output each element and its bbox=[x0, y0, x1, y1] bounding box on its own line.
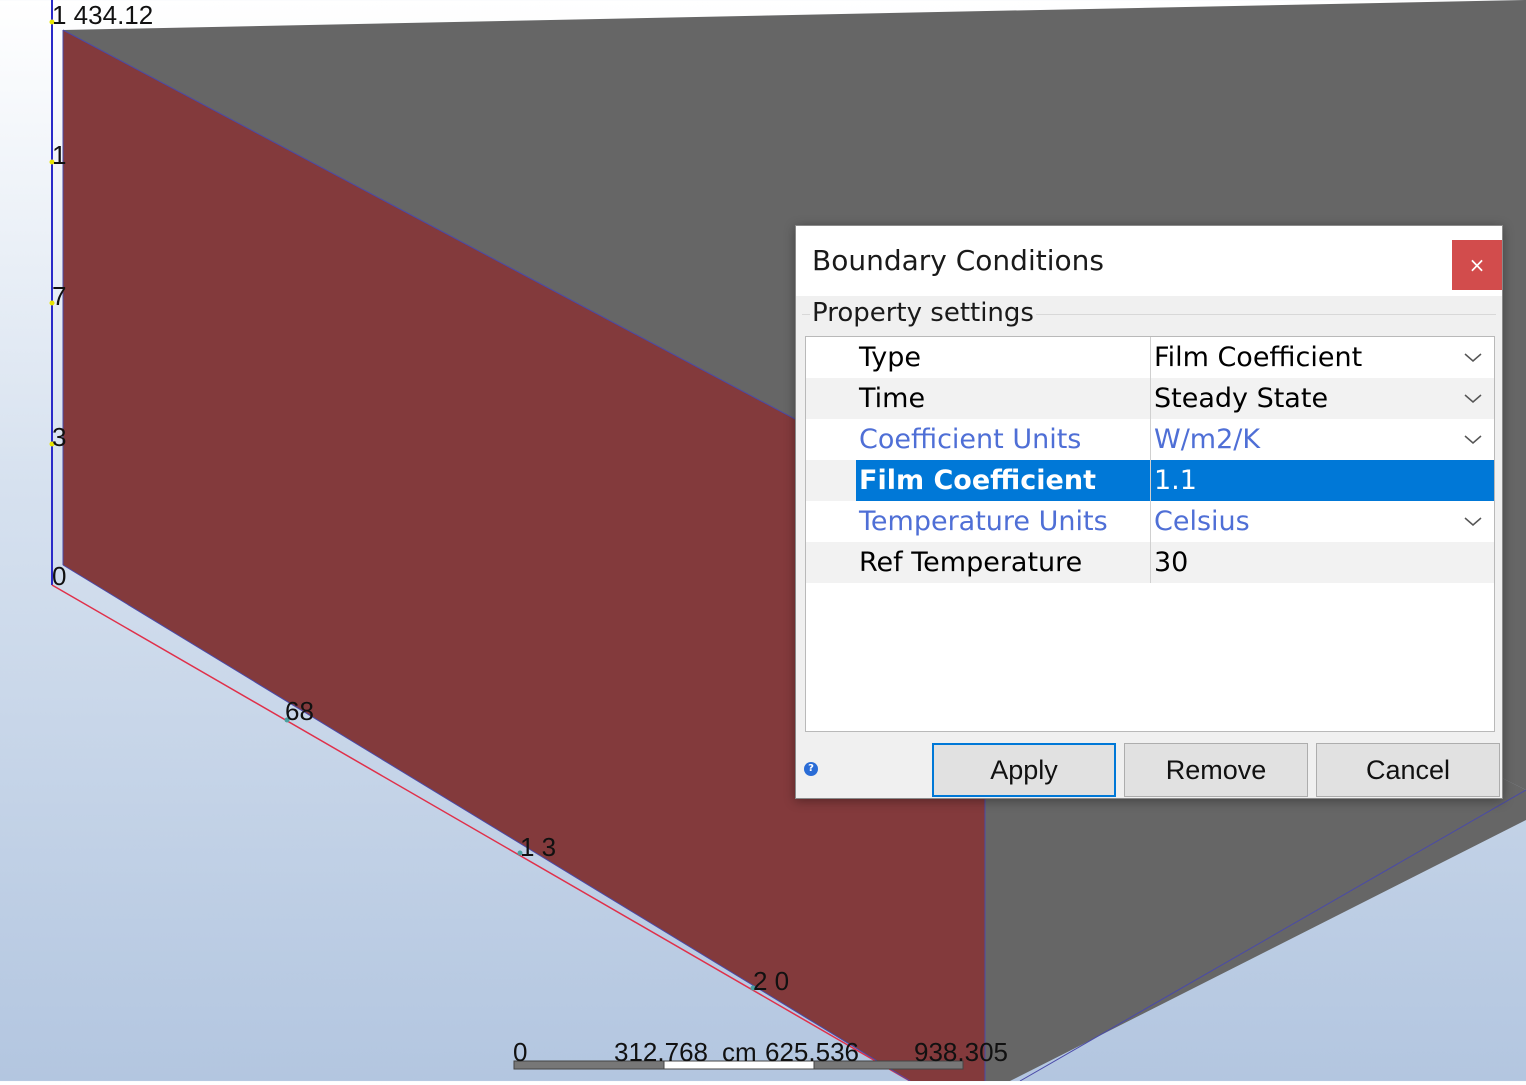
scale-label: 625.536 bbox=[765, 1037, 859, 1067]
x-tick-label: 68 bbox=[285, 696, 314, 726]
scale-label: 0 bbox=[513, 1037, 528, 1067]
row-gutter bbox=[806, 378, 856, 419]
time-dropdown[interactable]: Steady State bbox=[1151, 378, 1494, 419]
property-name: Type bbox=[859, 342, 922, 373]
row-gutter bbox=[806, 337, 856, 378]
property-name: Coefficient Units bbox=[859, 424, 1082, 455]
chevron-down-icon[interactable] bbox=[1462, 419, 1484, 460]
dialog-button-bar: ? Apply Remove Cancel bbox=[796, 738, 1502, 798]
property-name: Temperature Units bbox=[859, 506, 1108, 537]
z-tick-label: 0 bbox=[52, 561, 67, 591]
property-name: Time bbox=[859, 383, 926, 414]
property-name: Ref Temperature bbox=[859, 547, 1083, 578]
film-coefficient-input[interactable]: 1.1 bbox=[1151, 460, 1494, 501]
help-icon[interactable]: ? bbox=[804, 762, 818, 776]
property-row-time[interactable]: Time Steady State bbox=[806, 378, 1494, 419]
boundary-conditions-dialog: Boundary Conditions × Property settings … bbox=[795, 225, 1503, 799]
property-name: Film Coefficient bbox=[856, 460, 1150, 501]
z-tick-label: 7 bbox=[52, 281, 67, 311]
x-tick-label: 1 3 bbox=[520, 832, 557, 862]
type-dropdown[interactable]: Film Coefficient bbox=[1151, 337, 1494, 378]
property-row-film-coefficient[interactable]: Film Coefficient 1.1 bbox=[806, 460, 1494, 501]
chevron-down-icon[interactable] bbox=[1462, 337, 1484, 378]
temperature-units-dropdown[interactable]: Celsius bbox=[1151, 501, 1494, 542]
close-icon: × bbox=[1468, 253, 1486, 277]
property-row-type[interactable]: Type Film Coefficient bbox=[806, 337, 1494, 378]
property-row-temperature-units[interactable]: Temperature Units Celsius bbox=[806, 501, 1494, 542]
row-gutter bbox=[806, 542, 856, 583]
dialog-title: Boundary Conditions bbox=[812, 244, 1104, 277]
scale-label: 312.768 bbox=[614, 1037, 708, 1067]
chevron-down-icon[interactable] bbox=[1462, 501, 1484, 542]
coefficient-units-dropdown[interactable]: W/m2/K bbox=[1151, 419, 1494, 460]
property-row-ref-temperature[interactable]: Ref Temperature 30 bbox=[806, 542, 1494, 583]
chevron-down-icon[interactable] bbox=[1462, 378, 1484, 419]
ref-temperature-input[interactable]: 30 bbox=[1151, 542, 1494, 583]
property-row-coefficient-units[interactable]: Coefficient Units W/m2/K bbox=[806, 419, 1494, 460]
scale-unit-label: cm bbox=[722, 1037, 757, 1067]
z-tick-label: 3 bbox=[52, 422, 67, 452]
cancel-button[interactable]: Cancel bbox=[1316, 743, 1500, 797]
x-tick-label: 2 0 bbox=[753, 966, 790, 996]
property-grid: Type Film Coefficient Time Steady State … bbox=[805, 336, 1495, 732]
row-gutter bbox=[806, 501, 856, 542]
z-axis-max-label: 1 434.12 bbox=[52, 0, 154, 30]
dialog-titlebar[interactable]: Boundary Conditions × bbox=[796, 226, 1502, 296]
scale-label: 938.305 bbox=[914, 1037, 1008, 1067]
property-settings-label: Property settings bbox=[810, 298, 1036, 328]
row-gutter bbox=[806, 460, 856, 501]
close-button[interactable]: × bbox=[1452, 240, 1502, 290]
apply-button[interactable]: Apply bbox=[932, 743, 1116, 797]
remove-button[interactable]: Remove bbox=[1124, 743, 1308, 797]
z-tick-label: 1 bbox=[52, 140, 67, 170]
row-gutter bbox=[806, 419, 856, 460]
